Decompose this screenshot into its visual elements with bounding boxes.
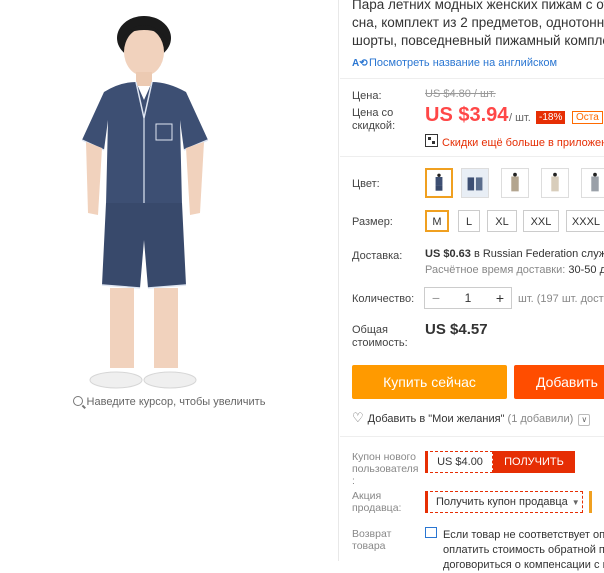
total-label-line: стоимость: — [352, 337, 408, 349]
zoom-hint-text: Наведите курсор, чтобы увеличить — [86, 396, 266, 408]
translate-link-text[interactable]: Посмотреть название на английском — [369, 57, 557, 69]
seller-coupon-extra[interactable] — [589, 491, 604, 513]
title-line: шорты, повседневный пижамный компле — [352, 33, 604, 48]
old-price: US $4.80 / шт. — [425, 88, 496, 100]
size-option-m[interactable]: M — [425, 210, 449, 232]
color-label: Цвет: — [352, 178, 380, 190]
seller-label-line: продавца: — [352, 502, 402, 514]
returns-line: Если товар не соответствует опис — [443, 529, 604, 541]
divider — [340, 156, 604, 157]
per-unit: / шт. — [509, 112, 531, 124]
shipping-time-label: Расчётное время доставки: — [425, 264, 566, 276]
buy-now-button[interactable]: Купить сейчас — [352, 365, 507, 399]
total-price: US $4.57 — [425, 321, 488, 338]
quantity-label: Количество: — [352, 293, 415, 305]
product-image[interactable] — [0, 0, 338, 400]
returns-label-line: Возврат — [352, 528, 392, 540]
shipping-destination[interactable]: в Russian Federation служ — [474, 248, 604, 260]
returns-line: договориться о компенсации с п — [443, 559, 604, 571]
wishlist-link[interactable]: ♡ Добавить в "Мои желания" (1 добавили) ∨ — [352, 410, 591, 426]
app-promo[interactable]: Скидки ещё больше в приложени — [425, 134, 604, 149]
shipping-time-value: 30-50 д — [568, 264, 604, 276]
quantity-available: шт. (197 шт. досту — [518, 293, 604, 305]
total-label: Общая стоимость: — [352, 324, 408, 350]
coupon-amount: US $4.00 — [425, 451, 493, 473]
seller-coupon-dropdown[interactable]: Получить купон продавца ▼ — [425, 491, 583, 513]
discount-label-line: Цена со — [352, 107, 394, 119]
shipping-label: Доставка: — [352, 250, 403, 262]
product-photo — [81, 16, 209, 389]
seller-label-line: Акция — [352, 490, 382, 502]
magnifier-icon — [72, 396, 83, 406]
chevron-down-icon[interactable]: ∨ — [578, 414, 591, 426]
size-option-xxxl[interactable]: XXXL — [566, 210, 604, 232]
get-coupon-button[interactable]: ПОЛУЧИТЬ — [493, 451, 575, 473]
wishlist-count: (1 добавили) — [507, 413, 574, 425]
price-label: Цена: — [352, 90, 382, 102]
wishlist-label[interactable]: Добавить в "Мои желания" — [368, 413, 505, 425]
qr-code-icon — [425, 134, 438, 147]
dropdown-arrow-icon: ▼ — [571, 498, 580, 507]
seller-coupon-text[interactable]: Получить купон продавца — [436, 496, 568, 508]
color-swatch-navy-shorts[interactable] — [425, 168, 453, 198]
seller-promo-label: Акция продавца: — [352, 490, 401, 514]
size-option-xxl[interactable]: XXL — [523, 210, 559, 232]
discount-label-line: скидкой: — [352, 120, 396, 132]
size-option-xl[interactable]: XL — [487, 210, 517, 232]
product-title: Пара летних модных женских пижам с от сн… — [352, 0, 604, 50]
divider — [340, 78, 604, 79]
discount-price-label: Цена со скидкой: — [352, 107, 395, 133]
returns-label-line: товара — [352, 540, 386, 552]
translate-icon: A⟲ — [352, 58, 368, 69]
total-label-line: Общая — [352, 324, 388, 336]
column-divider — [338, 0, 339, 561]
shipping-value[interactable]: US $0.63 в Russian Federation служ — [425, 248, 604, 260]
shipping-price: US $0.63 — [425, 248, 471, 260]
returns-line: оплатить стоимость обратной пер — [443, 544, 604, 556]
size-option-l[interactable]: L — [458, 210, 480, 232]
app-promo-text[interactable]: Скидки ещё больше в приложени — [442, 137, 604, 149]
returns-label: Возврат товара — [352, 528, 391, 552]
coupon-label-line: пользователя — [352, 463, 419, 475]
discount-badge: -18% — [536, 111, 566, 124]
coupon-label-line: Купон нового — [352, 451, 416, 463]
quantity-increase-button[interactable]: + — [489, 288, 511, 308]
add-to-cart-button[interactable]: Добавить — [514, 365, 604, 399]
color-swatch-khaki[interactable] — [501, 168, 529, 198]
divider — [340, 436, 604, 437]
color-swatch-beige[interactable] — [541, 168, 569, 198]
title-line: сна, комплект из 2 предметов, однотонн — [352, 15, 604, 30]
translate-link[interactable]: A⟲Посмотреть название на английском — [352, 57, 557, 70]
shipping-time: Расчётное время доставки: 30-50 д — [425, 264, 604, 276]
title-line: Пара летних модных женских пижам с от — [352, 0, 604, 12]
color-swatch-grey[interactable] — [581, 168, 604, 198]
coupon-label-line: : — [352, 475, 355, 487]
size-label: Размер: — [352, 216, 393, 228]
return-policy-icon — [425, 527, 437, 538]
heart-icon: ♡ — [352, 410, 364, 425]
zoom-hint: Наведите курсор, чтобы увеличить — [0, 395, 338, 408]
remaining-badge: Оста — [572, 111, 603, 124]
current-price: US $3.94 — [425, 104, 509, 126]
new-user-coupon-label: Купон нового пользователя : — [352, 451, 419, 487]
returns-policy: Если товар не соответствует опис оплатит… — [425, 527, 604, 573]
quantity-stepper[interactable]: − 1 + — [424, 287, 512, 309]
quantity-input[interactable]: 1 — [447, 291, 489, 305]
color-swatch-couple[interactable] — [461, 168, 489, 198]
quantity-decrease-button[interactable]: − — [425, 288, 447, 308]
